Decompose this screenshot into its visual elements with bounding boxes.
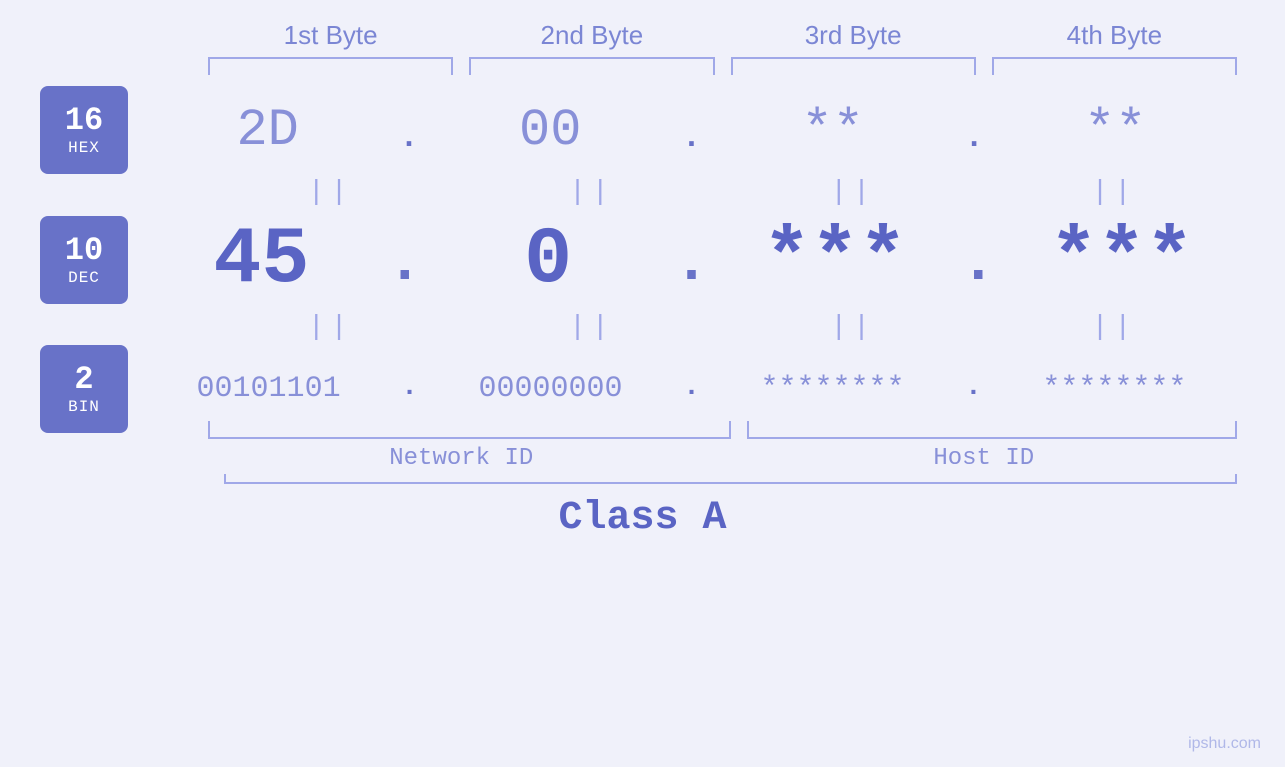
hex-b1-cell: 2D — [138, 101, 397, 160]
dec-badge: 10 DEC — [40, 216, 128, 304]
bin-b4-cell: ******** — [984, 372, 1245, 406]
hex-badge-num: 16 — [65, 103, 103, 138]
bin-b2-value: 00000000 — [420, 372, 681, 406]
bin-badge: 2 BIN — [40, 345, 128, 433]
eq-2-b4: || — [984, 312, 1245, 343]
hex-b1-value: 2D — [138, 101, 397, 160]
hex-b4-cell: ** — [986, 101, 1245, 160]
dec-b2-cell: 0 — [425, 215, 672, 306]
dot-sep-hex-1: . — [399, 119, 418, 160]
bin-b3-cell: ******** — [702, 372, 963, 406]
watermark: ipshu.com — [1188, 735, 1261, 753]
dot-sep-hex-2: . — [682, 119, 701, 160]
full-width-bracket — [224, 482, 1237, 484]
dec-b2-value: 0 — [425, 215, 672, 306]
bracket-1 — [208, 57, 453, 75]
eq-1-b1: || — [200, 177, 461, 208]
byte3-header: 3rd Byte — [723, 20, 984, 51]
dec-values-area: 45 . 0 . *** . *** — [138, 215, 1245, 306]
eq-1-b4: || — [984, 177, 1245, 208]
dot-sep-bin-3: . — [965, 372, 982, 407]
dot-sep-bin-1: . — [401, 372, 418, 407]
bin-b4-value: ******** — [984, 372, 1245, 406]
hex-badge-label: HEX — [68, 139, 100, 157]
bin-badge-label: BIN — [68, 398, 100, 416]
bin-badge-num: 2 — [74, 362, 93, 397]
dec-badge-label: DEC — [68, 269, 100, 287]
top-brackets — [40, 57, 1245, 75]
hex-b2-cell: 00 — [421, 101, 680, 160]
bracket-4 — [992, 57, 1237, 75]
dec-b1-cell: 45 — [138, 215, 385, 306]
dec-b1-value: 45 — [138, 215, 385, 306]
dot-sep-hex-3: . — [964, 119, 983, 160]
byte-headers-row: 1st Byte 2nd Byte 3rd Byte 4th Byte — [40, 20, 1245, 51]
hex-b4-value: ** — [986, 101, 1245, 160]
hex-badge: 16 HEX — [40, 86, 128, 174]
host-id-label: Host ID — [723, 445, 1246, 472]
dec-b3-value: *** — [712, 215, 959, 306]
eq-row-1: || || || || — [40, 177, 1245, 208]
bin-row: 2 BIN 00101101 . 00000000 . ******** . *… — [40, 345, 1245, 433]
network-bracket-line — [208, 437, 731, 439]
bin-b1-value: 00101101 — [138, 372, 399, 406]
hex-row: 16 HEX 2D . 00 . ** . ** — [40, 85, 1245, 175]
host-bracket-line — [747, 437, 1238, 439]
eq-2-b3: || — [723, 312, 984, 343]
network-id-label: Network ID — [200, 445, 723, 472]
dec-b4-cell: *** — [998, 215, 1245, 306]
bracket-2 — [469, 57, 714, 75]
dot-sep-bin-2: . — [683, 372, 700, 407]
hex-b2-value: 00 — [421, 101, 680, 160]
dec-row: 10 DEC 45 . 0 . *** . *** — [40, 210, 1245, 310]
eq-2-b2: || — [461, 312, 722, 343]
bin-b3-value: ******** — [702, 372, 963, 406]
dot-sep-dec-1: . — [387, 230, 423, 306]
eq-1-b3: || — [723, 177, 984, 208]
bracket-3 — [731, 57, 976, 75]
bin-values-area: 00101101 . 00000000 . ******** . *******… — [138, 372, 1245, 407]
dec-b3-cell: *** — [712, 215, 959, 306]
dec-b4-value: *** — [998, 215, 1245, 306]
class-label: Class A — [40, 496, 1245, 541]
hex-values-area: 2D . 00 . ** . ** — [138, 101, 1245, 160]
hex-b3-cell: ** — [703, 101, 962, 160]
dec-badge-num: 10 — [65, 233, 103, 268]
id-labels-row: Network ID Host ID — [40, 445, 1245, 472]
hex-b3-value: ** — [703, 101, 962, 160]
eq-row-2: || || || || — [40, 312, 1245, 343]
bin-b1-cell: 00101101 — [138, 372, 399, 406]
bin-b2-cell: 00000000 — [420, 372, 681, 406]
main-container: 1st Byte 2nd Byte 3rd Byte 4th Byte 16 H… — [0, 0, 1285, 767]
dot-sep-dec-3: . — [960, 230, 996, 306]
byte2-header: 2nd Byte — [461, 20, 722, 51]
eq-2-b1: || — [200, 312, 461, 343]
byte1-header: 1st Byte — [200, 20, 461, 51]
byte4-header: 4th Byte — [984, 20, 1245, 51]
eq-1-b2: || — [461, 177, 722, 208]
dot-sep-dec-2: . — [673, 230, 709, 306]
